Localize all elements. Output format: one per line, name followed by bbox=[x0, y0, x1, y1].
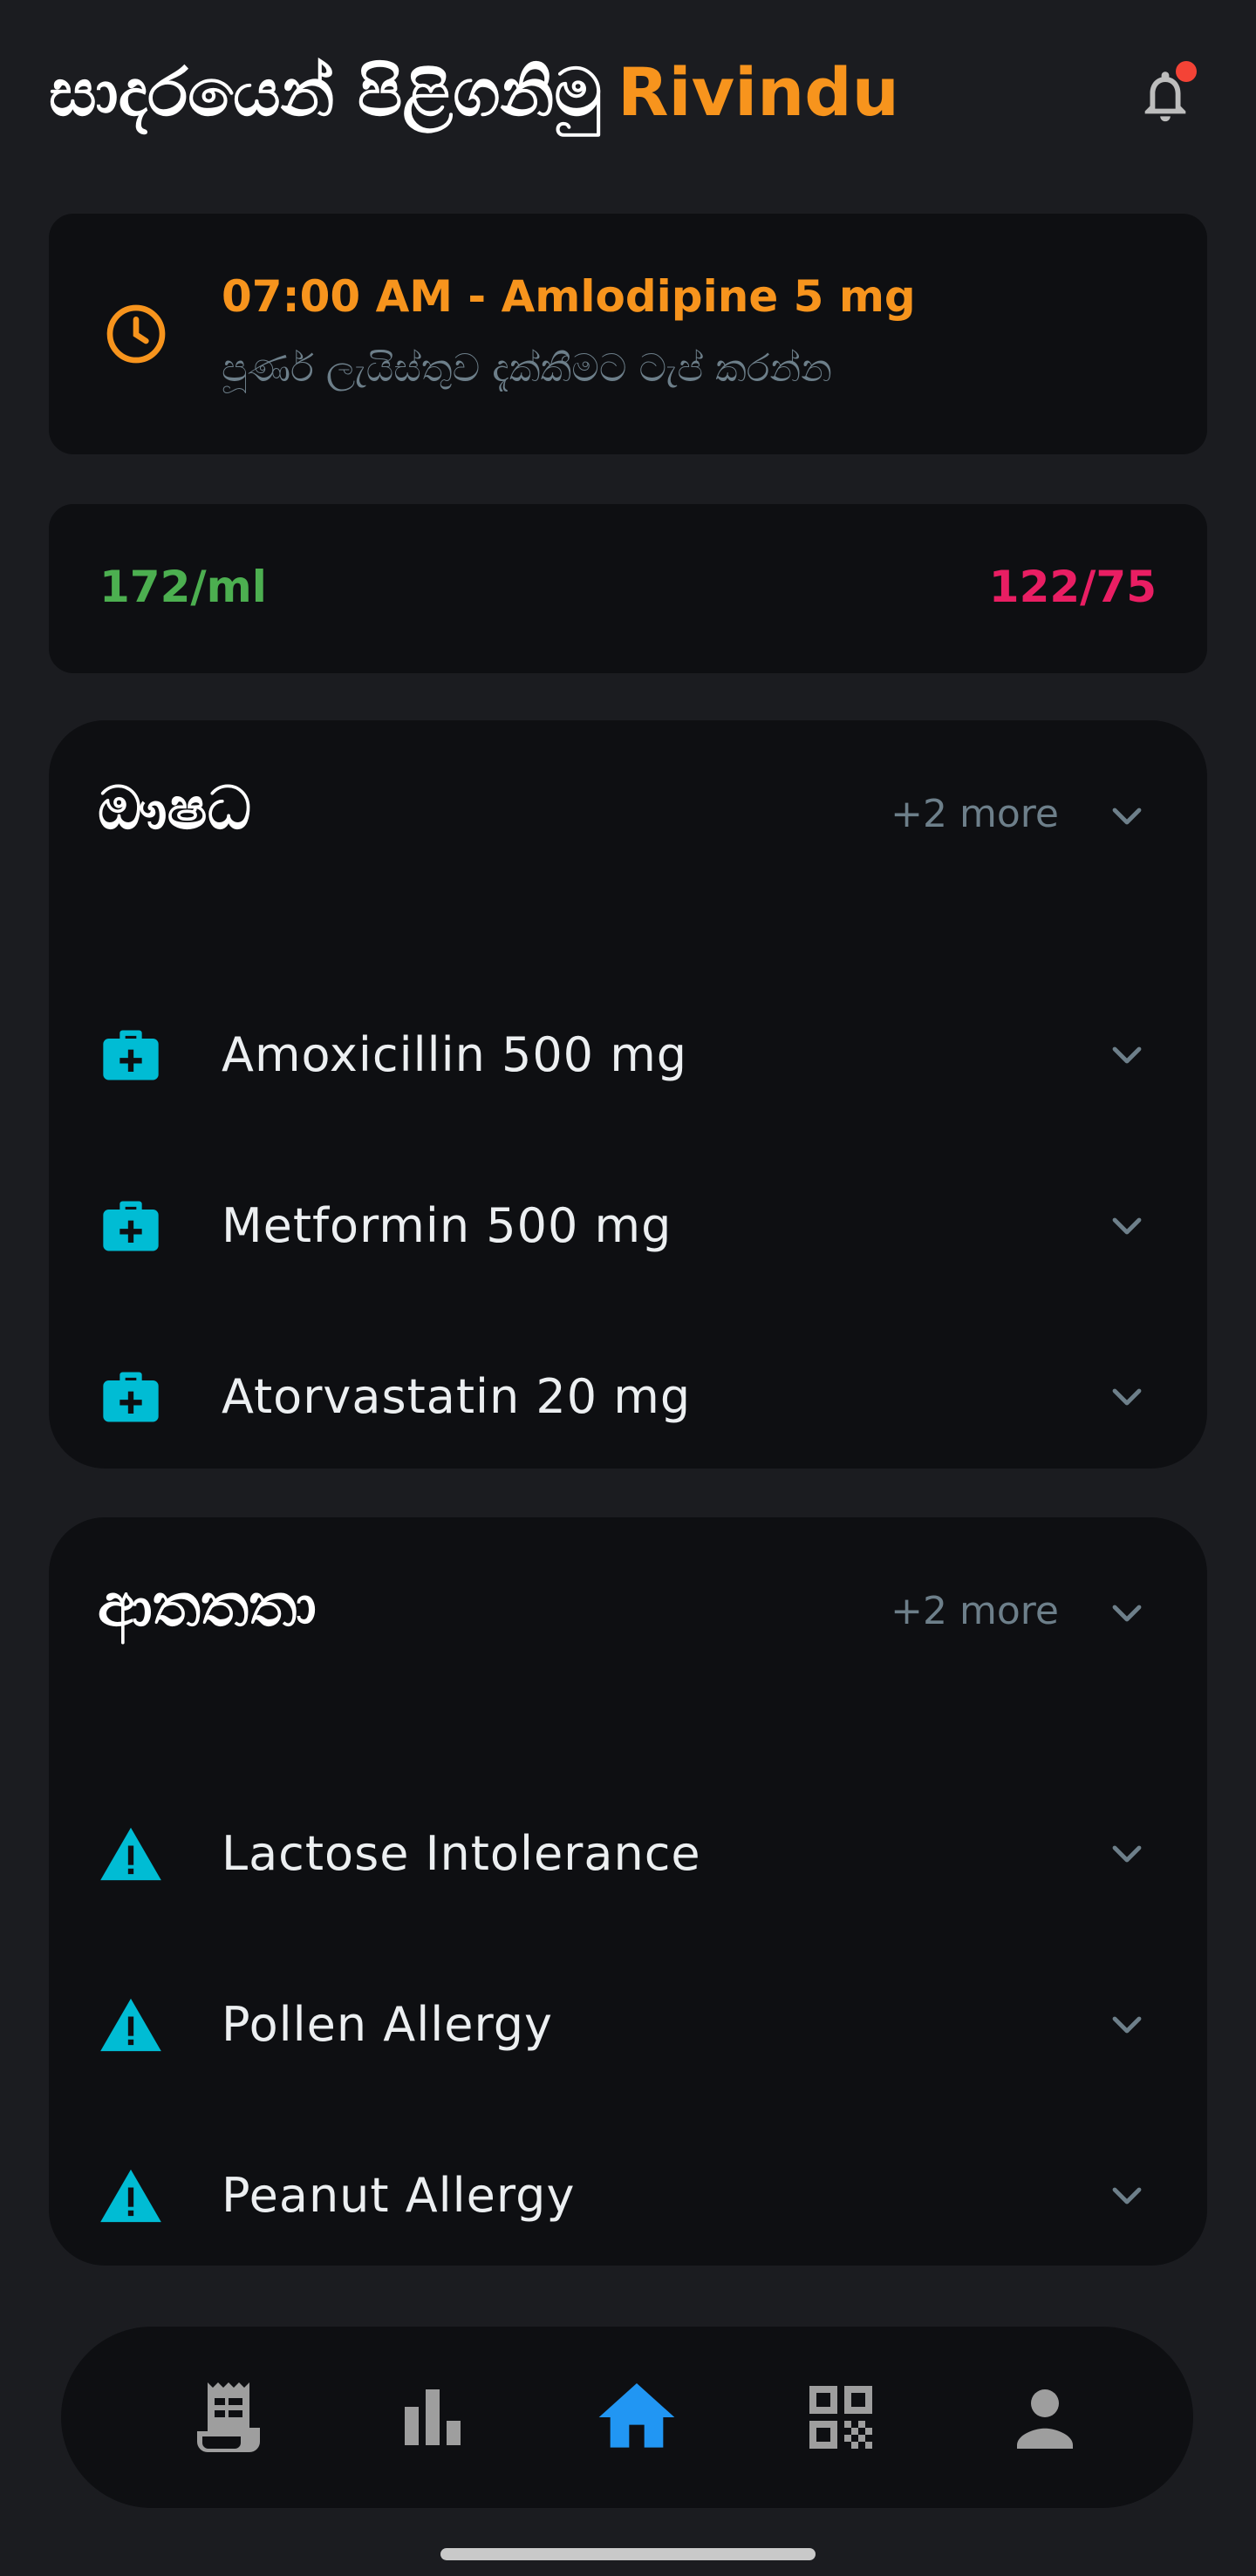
allergy-name: Peanut Allergy bbox=[222, 2168, 576, 2223]
medication-name: Atorvastatin 20 mg bbox=[222, 1369, 692, 1424]
medications-more-link[interactable]: +2 more bbox=[891, 792, 1059, 836]
next-dose-subtitle: පූර්ණ ලැයිස්තුව දැක්කීමට ටැප් කරන්න bbox=[222, 346, 832, 391]
warning-icon bbox=[100, 1998, 161, 2052]
home-indicator[interactable] bbox=[440, 2548, 816, 2560]
medical-bag-icon bbox=[103, 1372, 159, 1422]
next-dose-title: 07:00 AM - Amlodipine 5 mg bbox=[222, 271, 916, 322]
chevron-down-icon[interactable] bbox=[1106, 1833, 1148, 1875]
allergies-panel: ආතතතා +2 more Lactose Intolerance Pollen… bbox=[49, 1517, 1207, 2266]
nav-prescriptions[interactable] bbox=[176, 2365, 281, 2470]
medications-panel: ඖෂධ +2 more Amoxicillin 500 mg Metformin… bbox=[49, 720, 1207, 1469]
person-icon bbox=[1017, 2389, 1073, 2449]
nav-qr-code[interactable] bbox=[788, 2365, 893, 2470]
bottom-navigation bbox=[61, 2327, 1193, 2508]
warning-icon bbox=[100, 1827, 161, 1881]
clock-icon bbox=[106, 304, 166, 364]
medications-title: ඖෂධ bbox=[98, 774, 251, 843]
glucose-value: 172/ml bbox=[99, 562, 267, 612]
notification-badge bbox=[1176, 61, 1197, 82]
chevron-down-icon[interactable] bbox=[1106, 1592, 1148, 1634]
chevron-down-icon[interactable] bbox=[1106, 1205, 1148, 1247]
medication-item[interactable]: Metformin 500 mg bbox=[49, 1158, 1207, 1289]
allergy-item[interactable]: Lactose Intolerance bbox=[49, 1786, 1207, 1917]
medication-name: Amoxicillin 500 mg bbox=[222, 1027, 688, 1082]
medical-bag-icon bbox=[103, 1030, 159, 1080]
next-dose-card[interactable]: 07:00 AM - Amlodipine 5 mg පූර්ණ ලැයිස්ත… bbox=[49, 214, 1207, 454]
chevron-down-icon[interactable] bbox=[1106, 2175, 1148, 2217]
nav-home[interactable] bbox=[584, 2365, 689, 2470]
header: සාදරයෙන් පිළිගනිමු Rivindu bbox=[49, 45, 1209, 141]
allergy-name: Pollen Allergy bbox=[222, 1997, 553, 2052]
notifications-button[interactable] bbox=[1122, 52, 1209, 140]
warning-icon bbox=[100, 2169, 161, 2223]
chevron-down-icon[interactable] bbox=[1106, 1034, 1148, 1076]
chevron-down-icon[interactable] bbox=[1106, 795, 1148, 837]
allergy-item[interactable]: Peanut Allergy bbox=[49, 2128, 1207, 2259]
allergy-name: Lactose Intolerance bbox=[222, 1826, 701, 1881]
username: Rivindu bbox=[618, 53, 899, 131]
blood-pressure-value: 122/75 bbox=[988, 562, 1157, 612]
nav-profile[interactable] bbox=[993, 2365, 1097, 2470]
medication-item[interactable]: Atorvastatin 20 mg bbox=[49, 1329, 1207, 1460]
receipt-icon bbox=[197, 2382, 260, 2452]
medication-name: Metformin 500 mg bbox=[222, 1198, 672, 1253]
chevron-down-icon[interactable] bbox=[1106, 1376, 1148, 1418]
greeting-heading: සාදරයෙන් පිළිගනිමු Rivindu bbox=[49, 52, 899, 132]
greeting-text: සාදරයෙන් පිළිගනිමු bbox=[49, 53, 603, 131]
allergy-item[interactable]: Pollen Allergy bbox=[49, 1957, 1207, 2088]
chevron-down-icon[interactable] bbox=[1106, 2004, 1148, 2046]
allergies-more-link[interactable]: +2 more bbox=[891, 1589, 1059, 1633]
bar-chart-icon bbox=[405, 2389, 461, 2445]
home-icon bbox=[598, 2383, 675, 2448]
medical-bag-icon bbox=[103, 1201, 159, 1251]
nav-statistics[interactable] bbox=[380, 2365, 485, 2470]
vitals-card: 172/ml 122/75 bbox=[49, 504, 1207, 673]
medication-item[interactable]: Amoxicillin 500 mg bbox=[49, 987, 1207, 1118]
allergies-title: ආතතතා bbox=[98, 1571, 317, 1640]
qr-code-icon bbox=[809, 2386, 872, 2449]
